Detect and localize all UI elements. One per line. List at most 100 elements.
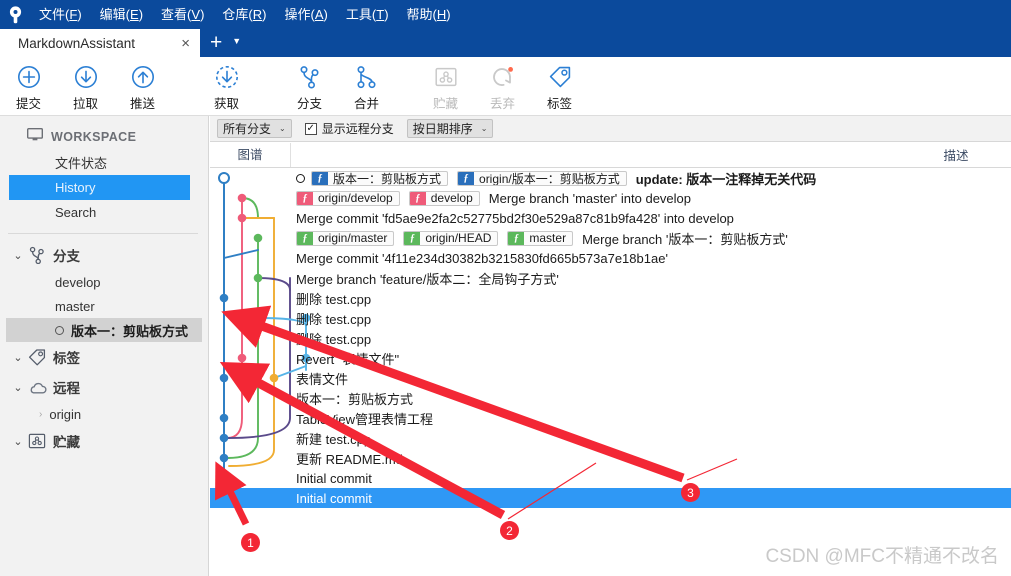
sidebar-item-master[interactable]: master xyxy=(0,294,208,318)
sidebar-nav-History[interactable]: History xyxy=(9,175,190,200)
sidebar-item-版本一：剪贴板方式[interactable]: 版本一：剪贴板方式 xyxy=(6,318,202,342)
commit-graph-cell xyxy=(210,428,296,448)
commit-row[interactable]: Merge branch 'feature/版本二：全局钩子方式' xyxy=(210,268,1011,288)
commit-message-cell: Merge commit 'fd5ae9e2fa2c52775bd2f30e52… xyxy=(296,208,734,228)
sidebar-nav-文件状态[interactable]: 文件状态 xyxy=(0,150,208,175)
toolbar-button-label: 标签 xyxy=(546,97,572,111)
commit-graph-cell xyxy=(210,448,296,468)
head-commit-icon xyxy=(296,173,305,183)
branch-badge[interactable]: ƒ origin/develop xyxy=(296,190,400,206)
commit-row[interactable]: Initial commit xyxy=(210,468,1011,488)
commit-message: update: 版本一注释掉无关代码 xyxy=(635,171,817,187)
branch-badge[interactable]: ƒ 版本一：剪贴板方式 xyxy=(311,170,449,186)
menu-item-label: 查看 xyxy=(161,7,188,22)
chevron-down-icon[interactable]: ⌄ xyxy=(10,435,26,448)
branch-badge-icon: ƒ xyxy=(404,231,421,245)
commit-message: Merge branch 'master' into develop xyxy=(488,190,692,206)
sidebar-group-分支[interactable]: ⌄ 分支 xyxy=(0,240,208,270)
commit-graph-cell xyxy=(210,188,296,208)
workspace-label: WORKSPACE xyxy=(51,130,137,144)
commit-row[interactable]: Initial commit xyxy=(210,488,1011,508)
chevron-down-icon[interactable]: ⌄ xyxy=(10,381,26,394)
toolbar-button-拉取[interactable]: 拉取 xyxy=(57,57,114,113)
branch-badge[interactable]: ƒ master xyxy=(507,230,574,246)
branch-filter-dropdown[interactable]: 所有分支 ⌄ xyxy=(217,119,292,138)
commit-row[interactable]: 删除 test.cpp xyxy=(210,308,1011,328)
commit-row[interactable]: 删除 test.cpp xyxy=(210,288,1011,308)
sidebar-group-标签[interactable]: ⌄ 标签 xyxy=(0,342,208,372)
chevron-right-icon[interactable]: › xyxy=(39,409,42,420)
branch-badge-icon: ƒ xyxy=(458,171,475,185)
sidebar-group-贮藏[interactable]: ⌄ 贮藏 xyxy=(0,426,208,456)
branch-badge[interactable]: ƒ origin/HEAD xyxy=(403,230,499,246)
toolbar-button-label: 丢弃 xyxy=(489,97,515,111)
chevron-down-icon[interactable]: ⌄ xyxy=(10,249,26,262)
toolbar-button-合并[interactable]: 合并 xyxy=(338,57,395,113)
column-header-graph[interactable]: 图谱 xyxy=(210,142,291,167)
menu-item-7[interactable]: 帮助(H) xyxy=(398,0,460,29)
new-tab-plus-icon[interactable]: + xyxy=(200,30,230,57)
commit-message-cell: ƒ origin/develop ƒ develop Merge branch 'mas… xyxy=(296,188,691,208)
arrow-down-circle-icon xyxy=(74,62,98,92)
toolbar-button-丢弃: 丢弃 xyxy=(474,57,531,113)
toolbar-button-分支[interactable]: 分支 xyxy=(281,57,338,113)
commit-row[interactable]: ƒ origin/master ƒ origin/HEAD ƒ master Merge b… xyxy=(210,228,1011,248)
chevron-down-icon[interactable]: ▼ xyxy=(230,30,249,57)
menu-bar: 文件(F) 编辑(E) 查看(V) 仓库(R) 操作(A) 工具(T) 帮助(H) xyxy=(0,0,1011,29)
commit-row[interactable]: TableView管理表情工程 xyxy=(210,408,1011,428)
commit-row[interactable]: Revert "表情文件" xyxy=(210,348,1011,368)
chevron-down-icon[interactable]: ⌄ xyxy=(10,351,26,364)
commit-row[interactable]: Merge commit 'fd5ae9e2fa2c52775bd2f30e52… xyxy=(210,208,1011,228)
toolbar-button-label: 获取 xyxy=(213,97,239,111)
branch-badge-icon: ƒ xyxy=(297,231,313,245)
commit-row[interactable]: 表情文件 xyxy=(210,368,1011,388)
commit-message-cell: Initial commit xyxy=(296,468,372,488)
toolbar-button-推送[interactable]: 推送 xyxy=(114,57,171,113)
menu-item-5[interactable]: 操作(A) xyxy=(276,0,337,29)
stash-box-icon xyxy=(26,432,48,450)
sidebar-group-远程[interactable]: ⌄ 远程 xyxy=(0,372,208,402)
branch-badge-label: origin/develop xyxy=(318,191,393,205)
toolbar-button-提交[interactable]: 提交 xyxy=(0,57,57,113)
commit-graph-cell xyxy=(210,168,296,188)
menu-item-label: 操作 xyxy=(284,7,311,22)
commit-message: 新建 test.cpp xyxy=(296,431,372,447)
branch-icon xyxy=(298,62,322,92)
branch-badge-icon: ƒ xyxy=(297,191,313,205)
tab-markdownassistant[interactable]: MarkdownAssistant × xyxy=(0,29,200,57)
sidebar-item-develop[interactable]: develop xyxy=(0,270,208,294)
menu-item-4[interactable]: 仓库(R) xyxy=(213,0,275,29)
sidebar-item-origin[interactable]: › origin xyxy=(0,402,208,426)
plus-circle-icon xyxy=(17,62,41,92)
commit-graph-cell xyxy=(210,308,296,328)
commit-row[interactable]: Merge commit '4f11e234d30382b3215830fd66… xyxy=(210,248,1011,268)
menu-item-1[interactable]: 文件(F) xyxy=(30,0,91,29)
commit-row[interactable]: 版本一：剪贴板方式 xyxy=(210,388,1011,408)
commit-row[interactable]: 更新 README.md xyxy=(210,448,1011,468)
close-icon[interactable]: × xyxy=(159,36,190,51)
menu-item-3[interactable]: 查看(V) xyxy=(152,0,213,29)
menu-item-6[interactable]: 工具(T) xyxy=(337,0,398,29)
toolbar-button-标签[interactable]: 标签 xyxy=(531,57,588,113)
sidebar-item-label: 版本一：剪贴板方式 xyxy=(71,323,189,339)
sidebar-nav-label: 文件状态 xyxy=(55,156,108,171)
menu-item-mnemonic: (A) xyxy=(310,7,328,22)
branch-badge[interactable]: ƒ origin/master xyxy=(296,230,395,246)
toolbar-button-获取[interactable]: 获取 xyxy=(198,57,255,113)
commit-message-cell: Revert "表情文件" xyxy=(296,348,399,368)
commit-row[interactable]: 删除 test.cpp xyxy=(210,328,1011,348)
commit-row[interactable]: 新建 test.cpp xyxy=(210,428,1011,448)
sidebar-nav-label: Search xyxy=(55,205,97,220)
sort-order-dropdown[interactable]: 按日期排序 ⌄ xyxy=(406,119,494,138)
toolbar-button-label: 拉取 xyxy=(72,97,98,111)
toolbar-button-label: 贮藏 xyxy=(432,97,458,111)
commit-row[interactable]: ƒ origin/develop ƒ develop Merge branch 'mas… xyxy=(210,188,1011,208)
column-header-description[interactable]: 描述 xyxy=(901,145,1011,164)
menu-item-2[interactable]: 编辑(E) xyxy=(91,0,152,29)
branch-badge[interactable]: ƒ origin/版本一：剪贴板方式 xyxy=(457,170,627,186)
sidebar-nav-Search[interactable]: Search xyxy=(0,200,208,225)
show-remote-branches-checkbox[interactable]: ✓ 显示远程分支 xyxy=(304,120,394,137)
menu-item-label: 工具 xyxy=(345,7,372,22)
branch-badge[interactable]: ƒ develop xyxy=(408,190,480,206)
commit-row[interactable]: ƒ 版本一：剪贴板方式 ƒ origin/版本一：剪贴板方式 update: 版本一注释… xyxy=(210,168,1011,188)
